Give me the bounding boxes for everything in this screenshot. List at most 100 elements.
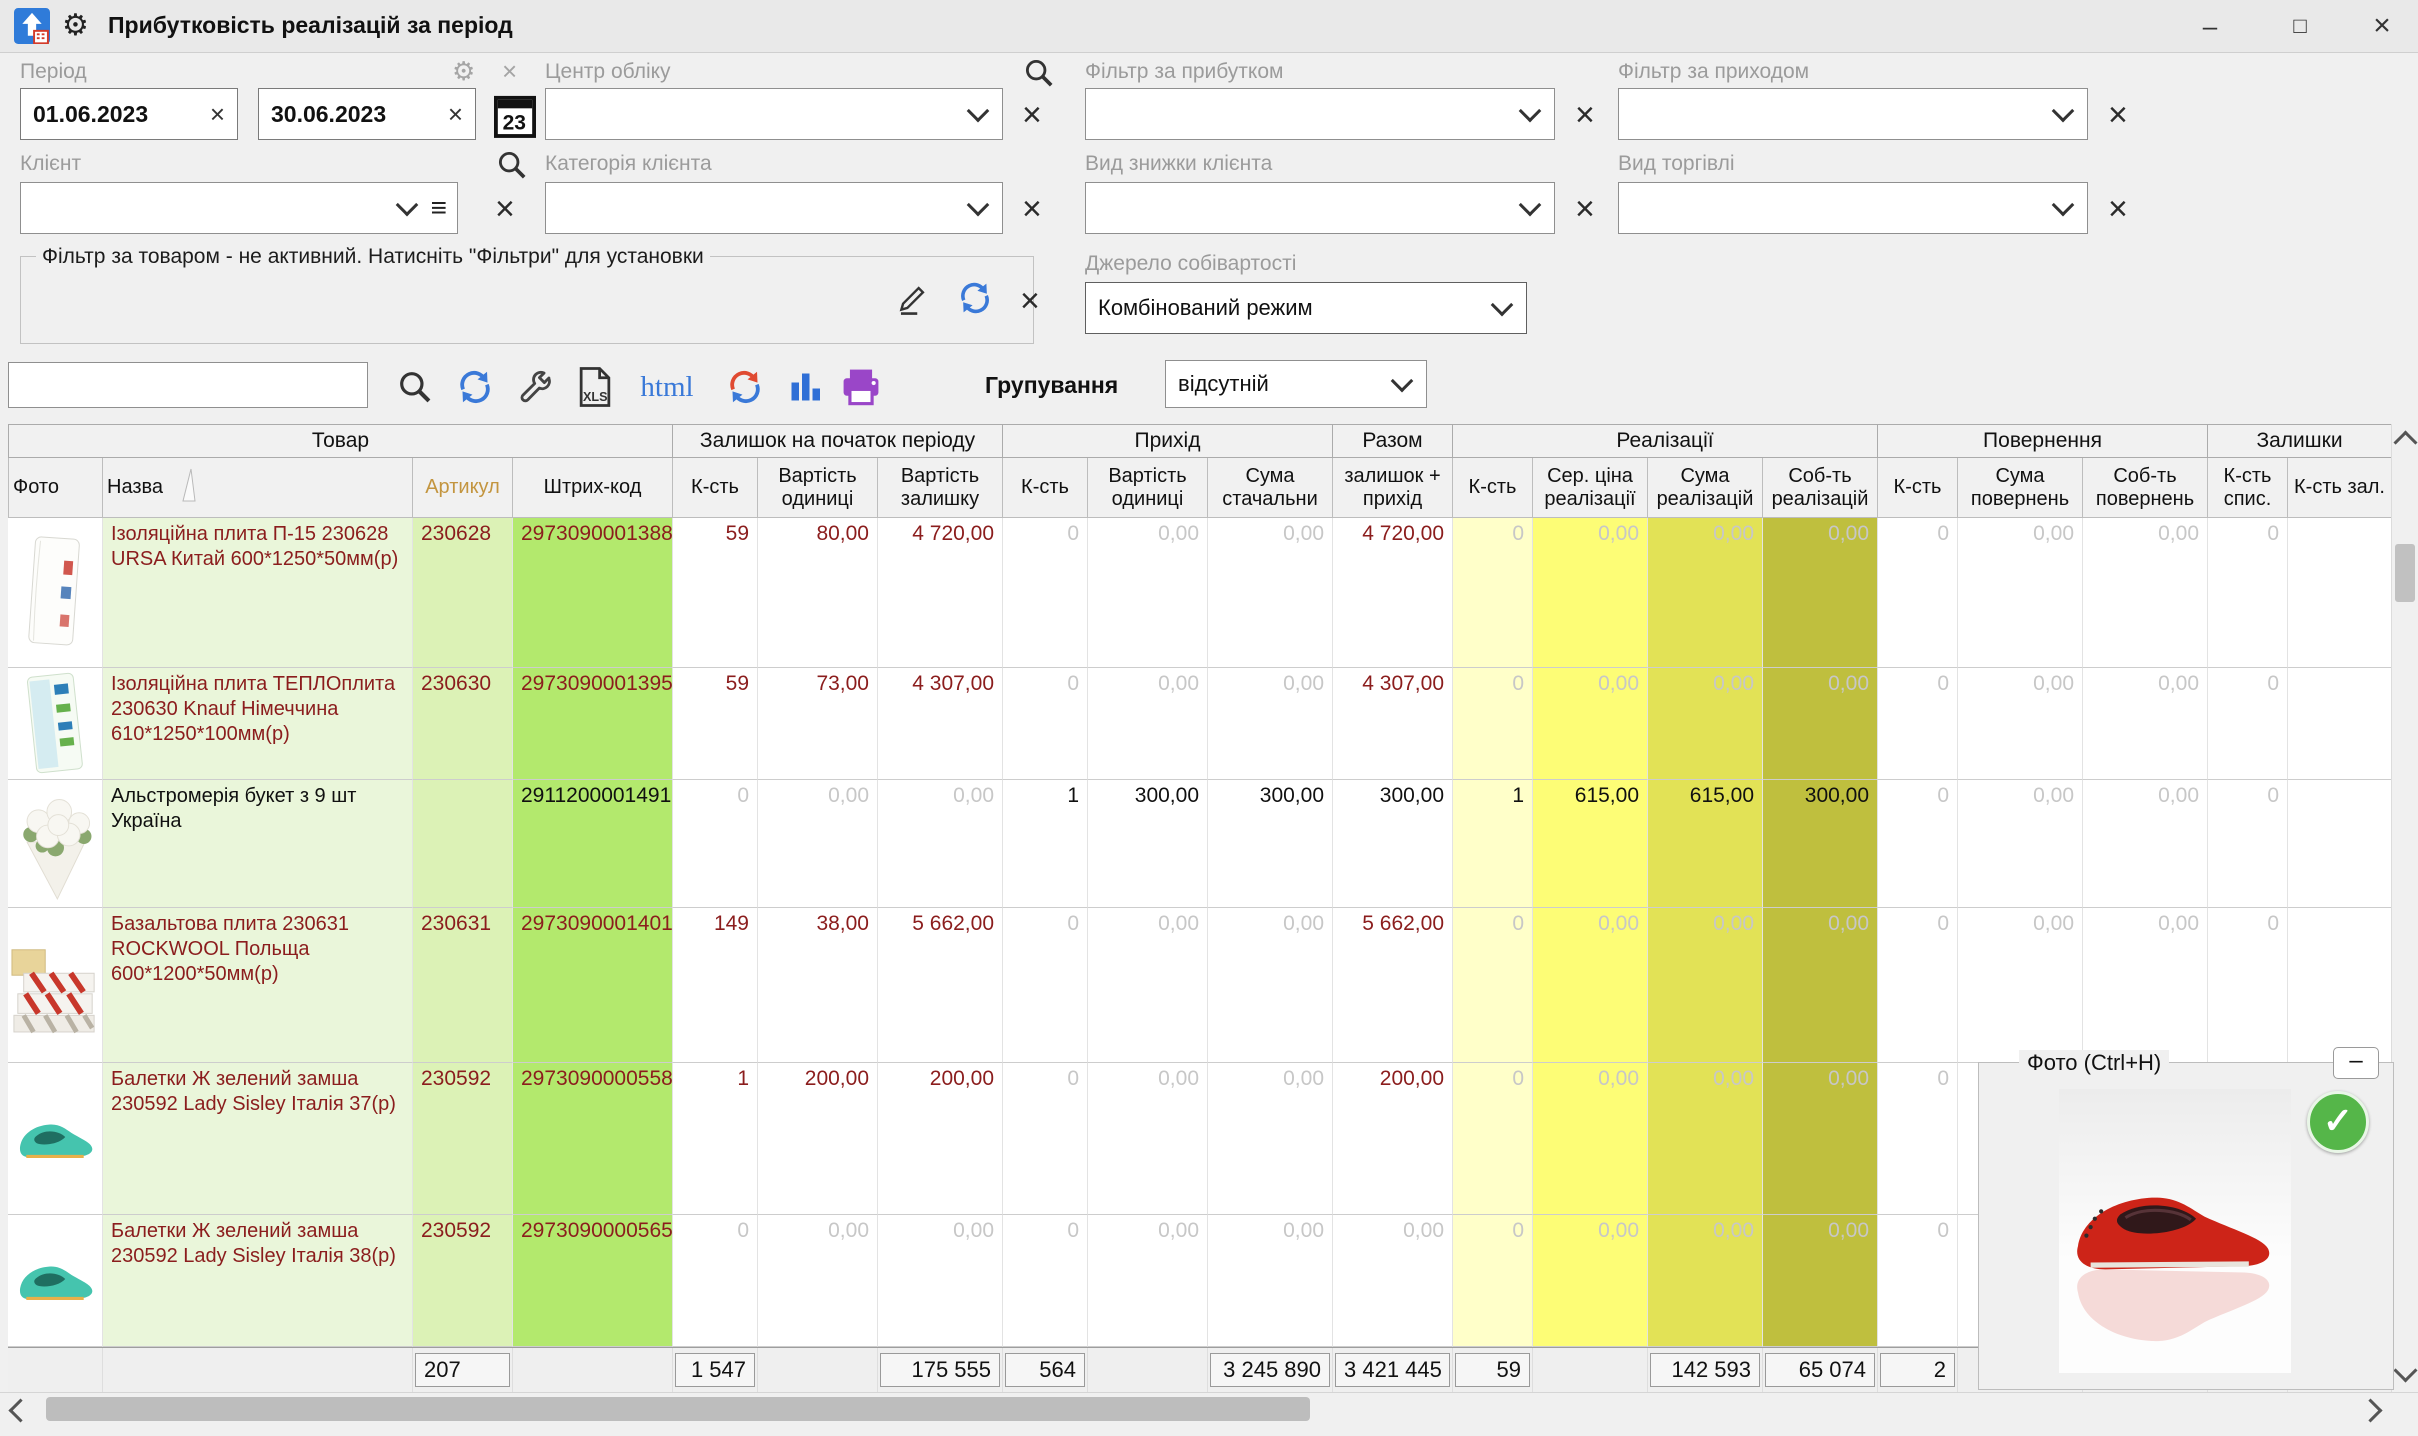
column-header-cost_sale[interactable]: Соб-ть реалізацій bbox=[1763, 458, 1878, 518]
table-row[interactable]: Ізоляційна плита ТЕПЛОплита 230630 Knauf… bbox=[8, 668, 2392, 780]
column-header-qty_writeoff[interactable]: К-сть спис. bbox=[2208, 458, 2288, 518]
client-search-icon[interactable] bbox=[495, 148, 529, 187]
search-input[interactable] bbox=[8, 362, 368, 408]
income-filter-clear-icon[interactable]: × bbox=[2108, 98, 2128, 132]
center-clear-icon[interactable]: × bbox=[1022, 98, 1042, 132]
table-row[interactable]: Ізоляційна плита П-15 230628 URSA Китай … bbox=[8, 518, 2392, 668]
cell-total: 4 307,00 bbox=[1333, 668, 1453, 780]
scroll-left-icon[interactable] bbox=[8, 1398, 32, 1422]
period-to-input[interactable]: 30.06.2023 × bbox=[258, 88, 476, 140]
column-header-photo[interactable]: Фото bbox=[8, 458, 103, 518]
column-header-balance_cost[interactable]: Вартість залишку bbox=[878, 458, 1003, 518]
column-header-qty_start[interactable]: К-сть bbox=[673, 458, 758, 518]
vertical-scroll-thumb[interactable] bbox=[2395, 544, 2415, 602]
calendar-icon[interactable]: 23 bbox=[494, 92, 536, 143]
close-button[interactable]: × bbox=[2346, 0, 2418, 52]
group-header[interactable]: Разом bbox=[1333, 424, 1453, 458]
column-header-qty_in[interactable]: К-сть bbox=[1003, 458, 1088, 518]
settings-gear-icon[interactable]: ⚙ bbox=[62, 8, 89, 43]
cell-sum_sale: 0,00 bbox=[1648, 518, 1763, 668]
trade-type-clear-icon[interactable]: × bbox=[2108, 192, 2128, 226]
vertical-scrollbar[interactable] bbox=[2391, 424, 2418, 1392]
column-header-avg_price[interactable]: Сер. ціна реалізації bbox=[1533, 458, 1648, 518]
html-export-icon[interactable]: html bbox=[632, 366, 702, 408]
client-discount-clear-icon[interactable]: × bbox=[1575, 192, 1595, 226]
period-gear-icon[interactable]: ⚙ bbox=[452, 56, 475, 87]
edit-pencil-icon[interactable] bbox=[896, 280, 930, 321]
period-from-input[interactable]: 01.06.2023 × bbox=[20, 88, 238, 140]
trade-type-combo[interactable] bbox=[1618, 182, 2088, 234]
column-header-qty_sale[interactable]: К-сть bbox=[1453, 458, 1533, 518]
group-header[interactable]: Залишок на початок періоду bbox=[673, 424, 1003, 458]
cell-cost_sale: 300,00 bbox=[1763, 780, 1878, 908]
group-header[interactable]: Прихід bbox=[1003, 424, 1333, 458]
cell-unit_cost_start: 38,00 bbox=[758, 908, 878, 1063]
grouping-combo[interactable]: відсутній bbox=[1165, 360, 1427, 408]
chevron-down-icon bbox=[2052, 100, 2075, 123]
column-header-sum_in[interactable]: Сума стачальни bbox=[1208, 458, 1333, 518]
refresh-icon[interactable] bbox=[956, 280, 994, 321]
horizontal-scroll-thumb[interactable] bbox=[46, 1397, 1310, 1421]
cost-source-combo[interactable]: Комбінований режим bbox=[1085, 282, 1527, 334]
cell-sum_in: 0,00 bbox=[1208, 908, 1333, 1063]
maximize-button[interactable]: □ bbox=[2264, 0, 2336, 52]
total-value: 3 245 890 bbox=[1210, 1353, 1330, 1387]
client-category-clear-icon[interactable]: × bbox=[1022, 192, 1042, 226]
wrench-icon[interactable] bbox=[512, 366, 558, 408]
column-header-qty_left[interactable]: К-сть зал. bbox=[2288, 458, 2392, 518]
client-clear-icon[interactable]: × bbox=[495, 192, 515, 226]
period-to-clear-icon[interactable]: × bbox=[436, 99, 475, 130]
group-header[interactable]: Товар bbox=[8, 424, 673, 458]
center-combo[interactable] bbox=[545, 88, 1003, 140]
photo-panel-minimize-button[interactable]: – bbox=[2333, 1047, 2379, 1079]
table-row[interactable]: Базальтова плита 230631 ROCKWOOL Польща … bbox=[8, 908, 2392, 1063]
horizontal-scrollbar[interactable] bbox=[0, 1392, 2418, 1425]
cell-avg_price: 615,00 bbox=[1533, 780, 1648, 908]
column-header-sum_sale[interactable]: Сума реалізацій bbox=[1648, 458, 1763, 518]
total-article: 207 bbox=[413, 1348, 513, 1392]
column-header-cost_ret[interactable]: Соб-ть повернень bbox=[2083, 458, 2208, 518]
group-header[interactable]: Реалізації bbox=[1453, 424, 1878, 458]
profit-filter-combo[interactable] bbox=[1085, 88, 1555, 140]
client-category-combo[interactable] bbox=[545, 182, 1003, 234]
client-discount-combo[interactable] bbox=[1085, 182, 1555, 234]
group-header[interactable]: Залишки bbox=[2208, 424, 2392, 458]
print-icon[interactable] bbox=[838, 366, 884, 408]
search-icon[interactable] bbox=[392, 366, 438, 408]
chart-icon[interactable] bbox=[782, 366, 828, 408]
client-list-icon[interactable]: ≡ bbox=[431, 192, 447, 224]
income-filter-combo[interactable] bbox=[1618, 88, 2088, 140]
cell-cost_ret: 0,00 bbox=[2083, 780, 2208, 908]
column-header-sum_ret[interactable]: Сума повернень bbox=[1958, 458, 2083, 518]
cost-source-label: Джерело собівартості bbox=[1085, 252, 1296, 276]
period-from-clear-icon[interactable]: × bbox=[198, 99, 237, 130]
period-label: Період bbox=[20, 60, 87, 84]
scroll-up-icon[interactable] bbox=[2393, 430, 2417, 454]
profit-filter-clear-icon[interactable]: × bbox=[1575, 98, 1595, 132]
column-header-unit_cost_in[interactable]: Вартість одиниці bbox=[1088, 458, 1208, 518]
column-header-barcode[interactable]: Штрих-код bbox=[513, 458, 673, 518]
cell-total: 200,00 bbox=[1333, 1063, 1453, 1215]
product-filter-clear-icon[interactable]: × bbox=[1020, 284, 1040, 318]
xls-export-icon[interactable]: XLS bbox=[572, 366, 618, 408]
cell-avg_price: 0,00 bbox=[1533, 1215, 1648, 1347]
group-header[interactable]: Повернення bbox=[1878, 424, 2208, 458]
table-row[interactable]: Альстромерія букет з 9 шт Україна2911200… bbox=[8, 780, 2392, 908]
refresh-data-icon[interactable] bbox=[722, 366, 768, 408]
period-clear-icon[interactable]: × bbox=[502, 58, 517, 84]
svg-text:XLS: XLS bbox=[583, 390, 608, 404]
column-header-total[interactable]: залишок + прихід bbox=[1333, 458, 1453, 518]
column-header-unit_cost_start[interactable]: Вартість одиниці bbox=[758, 458, 878, 518]
scroll-down-icon[interactable] bbox=[2393, 1358, 2417, 1382]
cell-sum_ret: 0,00 bbox=[1958, 908, 2083, 1063]
column-header-qty_ret[interactable]: К-сть bbox=[1878, 458, 1958, 518]
product-photo-thumb bbox=[8, 780, 103, 908]
scroll-right-icon[interactable] bbox=[2358, 1398, 2382, 1422]
refresh-icon[interactable] bbox=[452, 366, 498, 408]
column-header-name[interactable]: Назва bbox=[103, 458, 413, 518]
center-search-icon[interactable] bbox=[1022, 56, 1056, 95]
minimize-button[interactable]: – bbox=[2174, 0, 2246, 52]
client-combo[interactable]: ≡ bbox=[20, 182, 458, 234]
column-header-article[interactable]: Артикул bbox=[413, 458, 513, 518]
total-avg_price bbox=[1533, 1348, 1648, 1392]
